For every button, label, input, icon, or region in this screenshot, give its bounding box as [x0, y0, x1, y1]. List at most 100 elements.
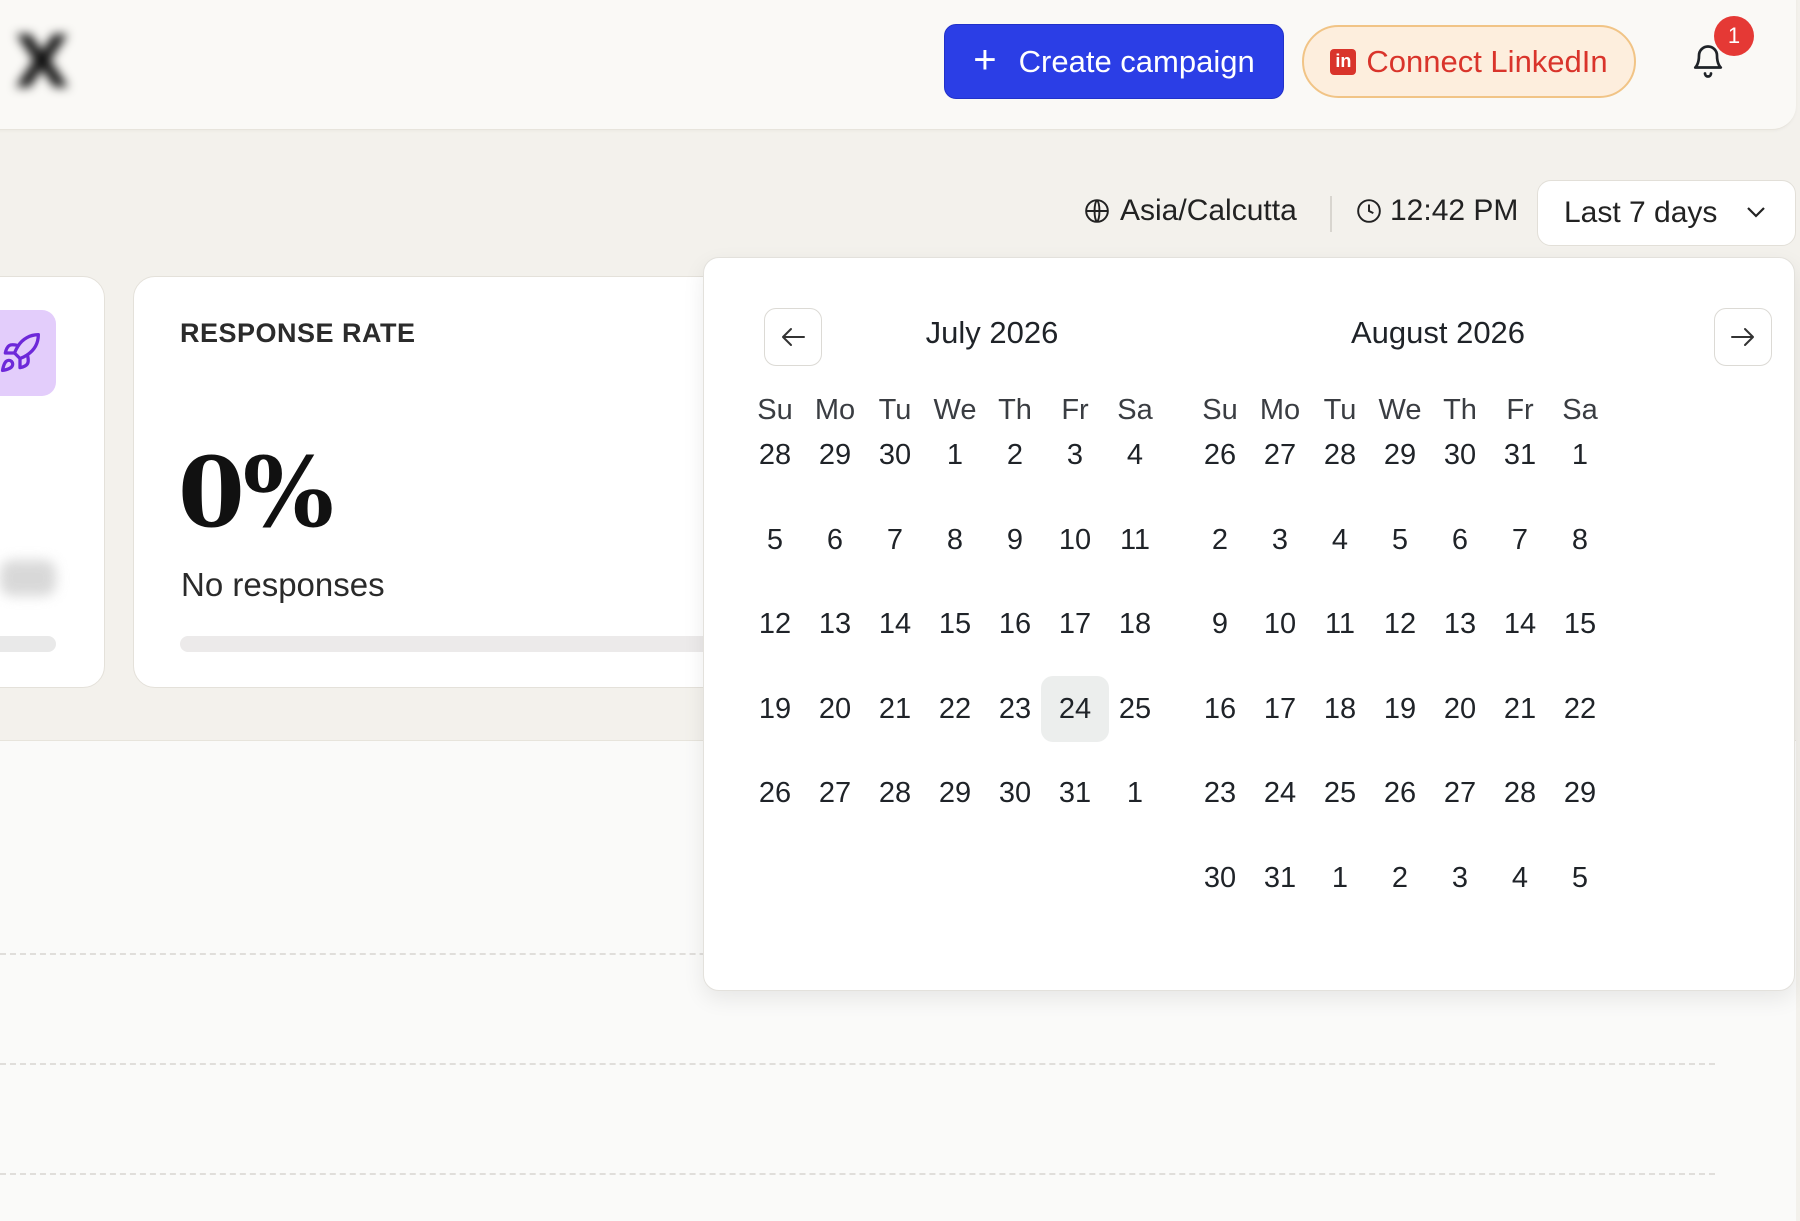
calendar-day[interactable]: 7 [1486, 507, 1554, 573]
calendar-day[interactable]: 29 [921, 760, 989, 826]
calendar-day[interactable]: 24 [1041, 675, 1109, 742]
calendar-day[interactable]: 27 [1426, 760, 1494, 826]
calendar-day[interactable]: 15 [921, 591, 989, 657]
calendar-day[interactable]: 4 [1101, 422, 1169, 488]
divider [1330, 196, 1332, 232]
calendar-day[interactable]: 17 [1041, 591, 1109, 657]
calendar-day[interactable]: 9 [1186, 591, 1254, 657]
calendar-day[interactable]: 3 [1041, 422, 1109, 488]
prev-month-button[interactable] [764, 308, 822, 366]
calendar-day[interactable]: 1 [921, 422, 989, 488]
calendar-day[interactable]: 20 [1426, 676, 1494, 742]
calendar-day[interactable]: 10 [1041, 507, 1109, 573]
calendar-day[interactable]: 22 [1546, 676, 1614, 742]
calendar-day[interactable]: 8 [921, 507, 989, 573]
calendar-day[interactable]: 21 [1486, 676, 1554, 742]
globe-icon [1085, 199, 1109, 223]
calendar-day[interactable]: 16 [1186, 676, 1254, 742]
calendar-day[interactable]: 19 [741, 676, 809, 742]
calendar-day[interactable]: 28 [741, 422, 809, 488]
calendar-day[interactable]: 18 [1306, 676, 1374, 742]
calendar-day[interactable]: 12 [1366, 591, 1434, 657]
calendar-day[interactable]: 7 [861, 507, 929, 573]
time-label: 12:42 PM [1390, 194, 1519, 227]
create-campaign-button[interactable]: + Create campaign [944, 24, 1284, 99]
arrow-left-icon [782, 328, 805, 346]
calendar-day[interactable]: 26 [741, 760, 809, 826]
calendar-day[interactable]: 25 [1306, 760, 1374, 826]
grid-line [0, 1063, 1715, 1065]
calendar-day[interactable]: 5 [1366, 507, 1434, 573]
grid-line [0, 1173, 1715, 1175]
calendar-day[interactable]: 2 [981, 422, 1049, 488]
calendar-day[interactable]: 2 [1366, 845, 1434, 911]
calendar-day[interactable]: 22 [921, 676, 989, 742]
calendar-day[interactable]: 31 [1486, 422, 1554, 488]
calendar-day[interactable]: 17 [1246, 676, 1314, 742]
calendar-day[interactable]: 30 [1186, 845, 1254, 911]
calendar-day[interactable]: 9 [981, 507, 1049, 573]
calendar-day[interactable]: 11 [1306, 591, 1374, 657]
calendar-day[interactable]: 30 [981, 760, 1049, 826]
rocket-icon-tile [0, 310, 56, 396]
calendar-day[interactable]: 1 [1101, 760, 1169, 826]
calendar-day[interactable]: 29 [1366, 422, 1434, 488]
calendar-day[interactable]: 3 [1246, 507, 1314, 573]
calendar-day[interactable]: 24 [1246, 760, 1314, 826]
date-range-select[interactable]: Last 7 days [1537, 180, 1796, 246]
calendar-day[interactable]: 13 [1426, 591, 1494, 657]
card-title: RESPONSE RATE [180, 318, 416, 348]
calendar-day[interactable]: 30 [1426, 422, 1494, 488]
calendar-day[interactable]: 28 [861, 760, 929, 826]
calendar-day[interactable]: 1 [1546, 422, 1614, 488]
date-range-label: Last 7 days [1564, 196, 1718, 229]
calendar-day[interactable]: 30 [861, 422, 929, 488]
calendar-day[interactable]: 20 [801, 676, 869, 742]
calendar-day[interactable]: 26 [1186, 422, 1254, 488]
calendar-day[interactable]: 25 [1101, 676, 1169, 742]
blurred-label [0, 560, 56, 596]
calendar-day[interactable]: 8 [1546, 507, 1614, 573]
calendar-day[interactable]: 13 [801, 591, 869, 657]
calendar-day[interactable]: 15 [1546, 591, 1614, 657]
calendar-day[interactable]: 19 [1366, 676, 1434, 742]
calendar-day[interactable]: 5 [741, 507, 809, 573]
calendar-day[interactable]: 4 [1486, 845, 1554, 911]
calendar-day[interactable]: 27 [801, 760, 869, 826]
calendar-day[interactable]: 31 [1246, 845, 1314, 911]
connect-linkedin-label: Connect LinkedIn [1366, 43, 1608, 79]
linkedin-icon: in [1330, 48, 1357, 75]
calendar-day[interactable]: 6 [801, 507, 869, 573]
date-range-calendar: July 2026 Su Mo Tu We Th Fr Sa 28 29 30 1 2 3 4 5 6 7 8 9 10… [703, 257, 1795, 991]
calendar-day[interactable]: 28 [1486, 760, 1554, 826]
rocket-icon [0, 333, 40, 373]
calendar-day[interactable]: 26 [1366, 760, 1434, 826]
calendar-day[interactable]: 3 [1426, 845, 1494, 911]
timezone-selector[interactable]: Asia/Calcutta [1084, 194, 1297, 228]
current-time: 12:42 PM [1356, 194, 1518, 228]
calendar-day[interactable]: 2 [1186, 507, 1254, 573]
calendar-day[interactable]: 4 [1306, 507, 1374, 573]
calendar-day[interactable]: 16 [981, 591, 1049, 657]
calendar-day[interactable]: 29 [1546, 760, 1614, 826]
calendar-day[interactable]: 12 [741, 591, 809, 657]
calendar-day[interactable]: 29 [801, 422, 869, 488]
next-month-button[interactable] [1714, 308, 1772, 366]
calendar-day[interactable]: 14 [1486, 591, 1554, 657]
calendar-day[interactable]: 10 [1246, 591, 1314, 657]
calendar-day[interactable]: 28 [1306, 422, 1374, 488]
create-campaign-label: Create campaign [1018, 43, 1255, 79]
calendar-day[interactable]: 11 [1101, 507, 1169, 573]
connect-linkedin-button[interactable]: in Connect LinkedIn [1302, 25, 1636, 98]
calendar-day[interactable]: 6 [1426, 507, 1494, 573]
response-progress-bar [180, 636, 740, 652]
calendar-day[interactable]: 14 [861, 591, 929, 657]
calendar-day[interactable]: 21 [861, 676, 929, 742]
calendar-day[interactable]: 23 [981, 676, 1049, 742]
calendar-day[interactable]: 27 [1246, 422, 1314, 488]
calendar-day[interactable]: 23 [1186, 760, 1254, 826]
calendar-day[interactable]: 1 [1306, 845, 1374, 911]
calendar-day[interactable]: 5 [1546, 845, 1614, 911]
calendar-day[interactable]: 18 [1101, 591, 1169, 657]
calendar-day[interactable]: 31 [1041, 760, 1109, 826]
